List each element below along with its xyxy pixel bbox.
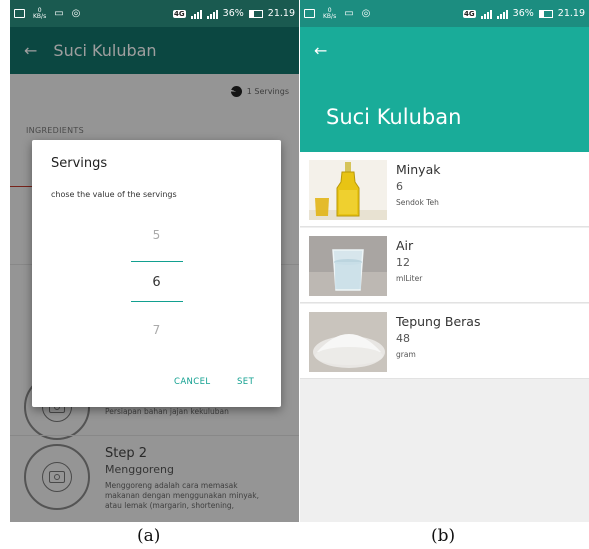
page-title: Suci Kuluban: [326, 105, 462, 129]
signal-icon: [190, 9, 202, 19]
picker-divider: [131, 301, 183, 302]
dialog-message: chose the value of the servings: [51, 190, 177, 199]
oil-bottle-image: [309, 160, 387, 220]
ingredient-unit: mlLiter: [396, 274, 423, 283]
network-badge: 4G: [463, 9, 476, 18]
set-button[interactable]: SET: [237, 377, 254, 387]
servings-dialog: Servings chose the value of the servings…: [32, 140, 281, 407]
notification-icon: [304, 9, 315, 18]
chat-icon: ▭: [344, 8, 354, 19]
wifi-hotspot-icon: ◎: [361, 8, 371, 19]
rice-flour-image: [309, 312, 387, 372]
data-speed: 0 KB/s: [323, 6, 337, 20]
back-arrow-icon[interactable]: ←: [314, 41, 327, 60]
ingredient-name: Air: [396, 238, 414, 253]
ingredient-quantity: 6: [396, 180, 403, 193]
clock: 21.19: [267, 8, 295, 19]
ingredient-quantity: 48: [396, 332, 410, 345]
network-badge: 4G: [173, 9, 186, 18]
picker-prev-value[interactable]: 5: [32, 228, 281, 242]
battery-icon: [538, 9, 553, 18]
battery-icon: [248, 9, 263, 18]
cancel-button[interactable]: CANCEL: [174, 377, 211, 387]
dialog-title: Servings: [51, 156, 108, 171]
ingredient-name: Minyak: [396, 162, 441, 177]
ingredient-unit: gram: [396, 350, 416, 359]
picker-next-value[interactable]: 7: [32, 323, 281, 337]
signal-icon-2: [496, 9, 508, 19]
picker-selected-value[interactable]: 6: [32, 275, 281, 290]
ingredient-quantity: 12: [396, 256, 410, 269]
screen-a: 0 KB/s ▭ ◎ 4G 36% 21.19 ← Suci Kuluban 1 …: [10, 0, 299, 522]
signal-icon: [480, 9, 492, 19]
caption-a: (a): [137, 526, 161, 546]
chat-icon: ▭: [54, 8, 64, 19]
caption-b: (b): [431, 526, 456, 546]
picker-divider: [131, 261, 183, 262]
battery-percent: 36%: [512, 8, 534, 19]
collapsing-header: ← Suci Kuluban: [300, 27, 589, 152]
water-glass-image: [309, 236, 387, 296]
data-speed: 0 KB/s: [33, 6, 47, 20]
wifi-hotspot-icon: ◎: [71, 8, 81, 19]
notification-icon: [14, 9, 25, 18]
screen-b: 0 KB/s ▭ ◎ 4G 36% 21.19 ← Suci Kuluban M…: [300, 0, 589, 522]
status-bar: 0 KB/s ▭ ◎ 4G 36% 21.19: [10, 0, 299, 27]
ingredient-card[interactable]: Air 12 mlLiter: [300, 228, 589, 303]
ingredient-list: Minyak 6 Sendok Teh Air 12 mlLiter Tepun…: [300, 152, 589, 522]
ingredient-unit: Sendok Teh: [396, 198, 439, 207]
status-bar: 0 KB/s ▭ ◎ 4G 36% 21.19: [300, 0, 589, 27]
signal-icon-2: [206, 9, 218, 19]
battery-percent: 36%: [222, 8, 244, 19]
ingredient-card[interactable]: Tepung Beras 48 gram: [300, 304, 589, 379]
clock: 21.19: [557, 8, 585, 19]
ingredient-card[interactable]: Minyak 6 Sendok Teh: [300, 152, 589, 227]
ingredient-name: Tepung Beras: [396, 314, 481, 329]
